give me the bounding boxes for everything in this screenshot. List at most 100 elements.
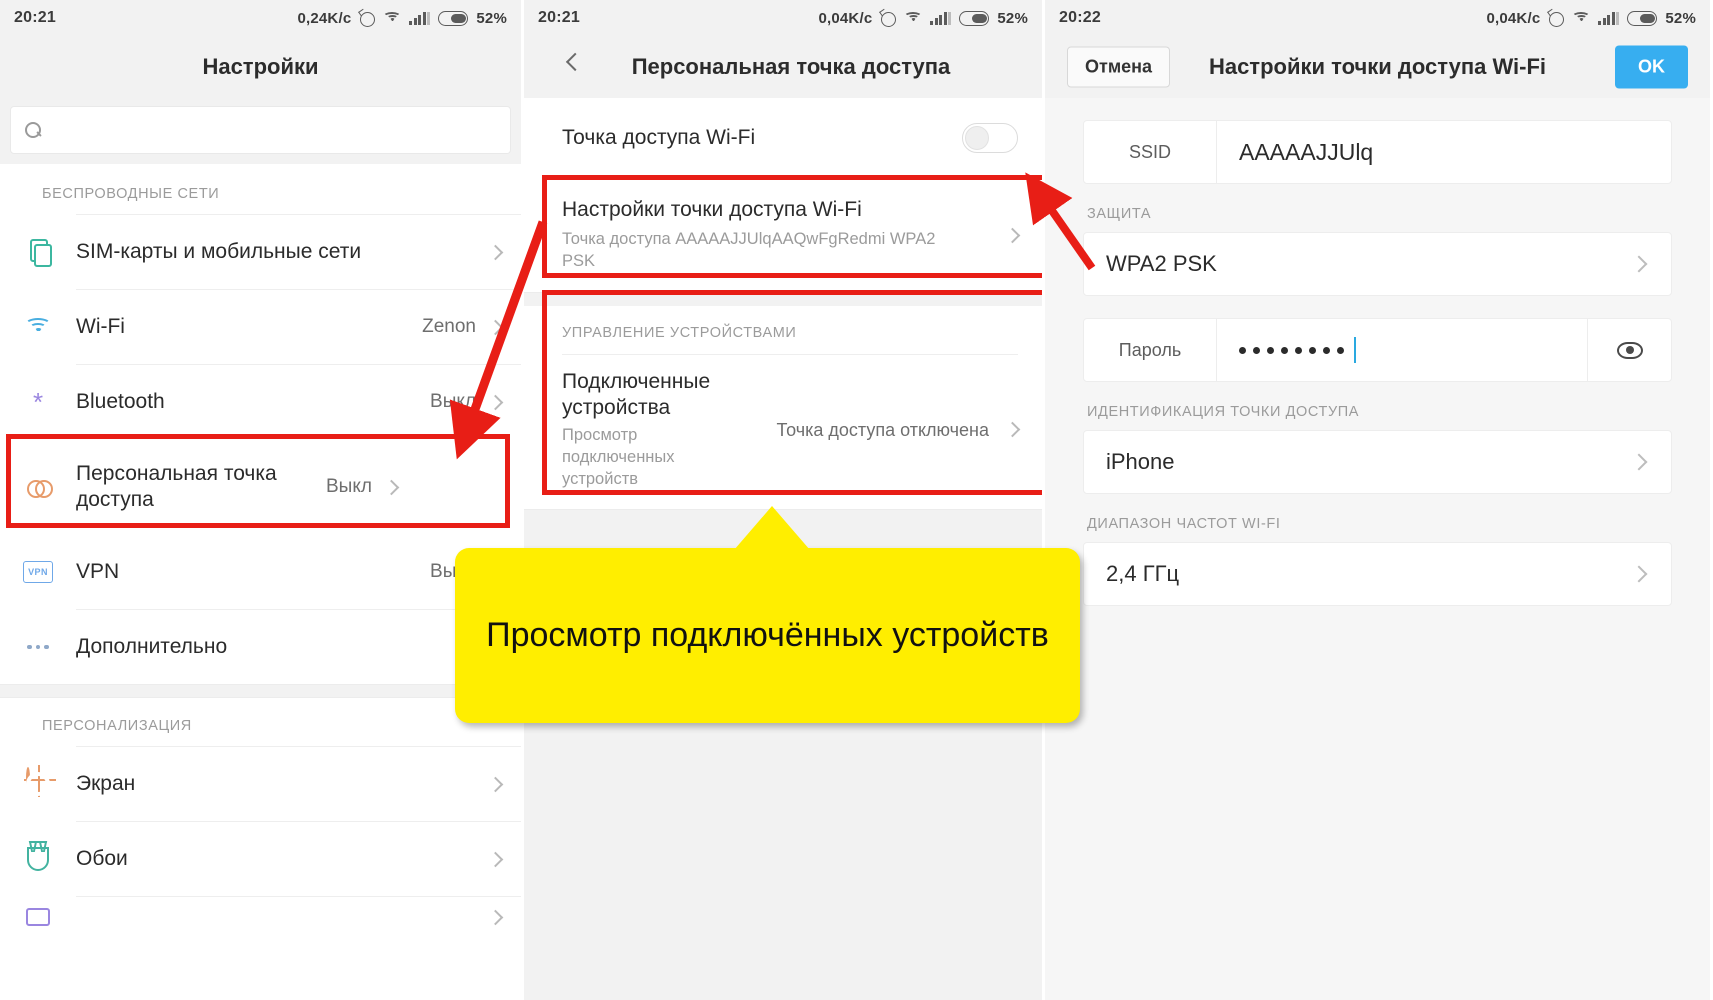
section-gap (524, 292, 1042, 307)
password-input[interactable] (1217, 337, 1587, 363)
ssid-input[interactable]: AAAAAJJUlq (1217, 139, 1671, 166)
callout-banner: Просмотр подключённых устройств (455, 506, 1080, 723)
bluetooth-icon: * (32, 387, 44, 417)
section-header-personalization: ПЕРСОНАЛИЗАЦИЯ (0, 698, 521, 746)
band-row[interactable]: 2,4 ГГц (1083, 542, 1672, 606)
ap-identity-row[interactable]: iPhone (1083, 430, 1672, 494)
security-type-value: WPA2 PSK (1106, 251, 1217, 276)
more-dots-icon (0, 632, 76, 662)
battery-icon (959, 10, 990, 26)
chevron-right-icon (487, 394, 504, 410)
hotspot-toggle-row[interactable]: Точка доступа Wi-Fi (524, 98, 1042, 178)
sidebar-item-sim[interactable]: SIM-карты и мобильные сети (0, 215, 521, 289)
three-panel-screenshot: 20:21 0,24K/c 52% Настройки БЕСПРОВОДНЫЕ… (0, 0, 1713, 1000)
chevron-right-icon (487, 244, 504, 260)
status-time: 20:22 (1059, 9, 1101, 26)
connected-devices-title: Подключенные устройства (562, 370, 711, 419)
search-input[interactable] (10, 106, 511, 154)
ssid-field-row[interactable]: SSID AAAAAJJUlq (1083, 120, 1672, 184)
sidebar-item-display[interactable]: Экран (0, 747, 521, 821)
row-label: Bluetooth (76, 390, 165, 414)
battery-icon (1627, 10, 1658, 26)
hotspot-toggle-switch[interactable] (962, 123, 1018, 153)
battery-percent: 52% (476, 9, 507, 27)
row-label: Обои (76, 847, 128, 871)
title-bar-panel1: Настройки (0, 36, 521, 98)
sidebar-item-bluetooth[interactable]: * Bluetooth Выкл (0, 365, 521, 439)
connected-devices-row[interactable]: Подключенные устройства Просмотр подключ… (524, 355, 1042, 509)
sim-card-icon (0, 237, 76, 267)
alarm-icon (1548, 10, 1565, 27)
battery-percent: 52% (997, 9, 1028, 27)
battery-icon (438, 10, 469, 26)
panel-hotspot-wifi-settings: 20:22 0,04K/c 52% Отмена Настройки точки… (1042, 0, 1710, 1000)
sidebar-item-vpn[interactable]: VPN VPN Выкл (0, 535, 521, 609)
status-bar-panel3: 20:22 0,04K/c 52% (1045, 0, 1710, 36)
password-label: Пароль (1084, 319, 1217, 381)
row-label: SIM-карты и мобильные сети (76, 240, 362, 264)
partial-icon (0, 905, 76, 929)
sidebar-item-additional[interactable]: Дополнительно (0, 610, 521, 684)
section-gap (0, 684, 521, 698)
toggle-knob (965, 126, 989, 150)
sidebar-item-personal-hotspot[interactable]: Персональная точка доступа Выкл (0, 439, 521, 535)
title-bar-panel3: Отмена Настройки точки доступа Wi-Fi OK (1045, 36, 1710, 98)
chevron-right-icon (1004, 422, 1021, 438)
row-label: Wi-Fi (76, 315, 125, 339)
hotspot-form: SSID AAAAAJJUlq ЗАЩИТА WPA2 PSK Пароль И… (1045, 98, 1710, 1000)
display-icon (0, 767, 76, 799)
section-header-ap-identity: ИДЕНТИФИКАЦИЯ ТОЧКИ ДОСТУПА (1087, 404, 1360, 420)
sidebar-item-wallpaper[interactable]: Обои (0, 822, 521, 896)
password-field-row[interactable]: Пароль (1083, 318, 1672, 382)
chevron-right-icon (1630, 255, 1648, 273)
battery-percent: 52% (1665, 9, 1696, 27)
wifi-status-icon (1572, 11, 1591, 25)
row-value: Выкл (326, 476, 372, 497)
cancel-button[interactable]: Отмена (1067, 46, 1171, 88)
hotspot-settings-row[interactable]: Настройки точки доступа Wi-Fi Точка дост… (524, 179, 1042, 293)
text-caret (1354, 337, 1356, 363)
section-header-band: ДИАПАЗОН ЧАСТОТ WI-FI (1087, 516, 1281, 532)
alarm-icon (880, 10, 897, 27)
security-type-row[interactable]: WPA2 PSK (1083, 232, 1672, 296)
vpn-icon: VPN (0, 561, 76, 583)
chevron-right-icon (1630, 565, 1648, 583)
signal-bars-icon (409, 11, 431, 25)
chevron-right-icon (1630, 453, 1648, 471)
row-label: VPN (76, 560, 120, 584)
ssid-label: SSID (1084, 121, 1217, 183)
section-header-security: ЗАЩИТА (1087, 206, 1152, 222)
status-time: 20:21 (14, 9, 56, 26)
page-title: Персональная точка доступа (631, 54, 951, 79)
back-arrow-icon[interactable] (565, 52, 585, 72)
sidebar-item-wifi[interactable]: Wi-Fi Zenon (0, 290, 521, 364)
wifi-status-icon (383, 11, 402, 25)
network-speed: 0,24K/c (297, 9, 352, 27)
connected-devices-subtitle: Просмотр подключенных устройств (562, 426, 675, 488)
callout-text: Просмотр подключённых устройств (486, 615, 1049, 654)
row-label: Дополнительно (76, 635, 228, 659)
hotspot-settings-subtitle: Точка доступа AAAAAJJUlqAAQwFgRedmi WPA2… (562, 230, 936, 270)
signal-bars-icon (930, 11, 952, 25)
status-bar-panel2: 20:21 0,04K/c 52% (524, 0, 1042, 36)
chevron-right-icon (487, 319, 504, 335)
row-label: Персональная точка доступа (76, 462, 277, 511)
row-value: Zenon (422, 316, 476, 337)
sidebar-item-partial[interactable] (0, 897, 521, 937)
alarm-icon (359, 10, 376, 27)
hotspot-toggle-label: Точка доступа Wi-Fi (562, 126, 756, 149)
chevron-right-icon (487, 851, 504, 867)
section-header-device-management: УПРАВЛЕНИЕ УСТРОЙСТВАМИ (524, 306, 1042, 355)
connected-devices-status: Точка доступа отключена (776, 419, 989, 440)
chevron-right-icon (487, 776, 504, 792)
eye-icon (1616, 341, 1643, 359)
search-area (0, 98, 521, 164)
ok-button[interactable]: OK (1615, 45, 1688, 89)
row-value: Выкл (430, 391, 476, 412)
title-bar-panel2: Персональная точка доступа (524, 36, 1042, 98)
page-title: Настройки точки доступа Wi-Fi (1208, 54, 1547, 79)
wifi-status-icon (904, 11, 923, 25)
toggle-password-visibility-button[interactable] (1587, 319, 1671, 381)
chevron-right-icon (1004, 227, 1021, 243)
